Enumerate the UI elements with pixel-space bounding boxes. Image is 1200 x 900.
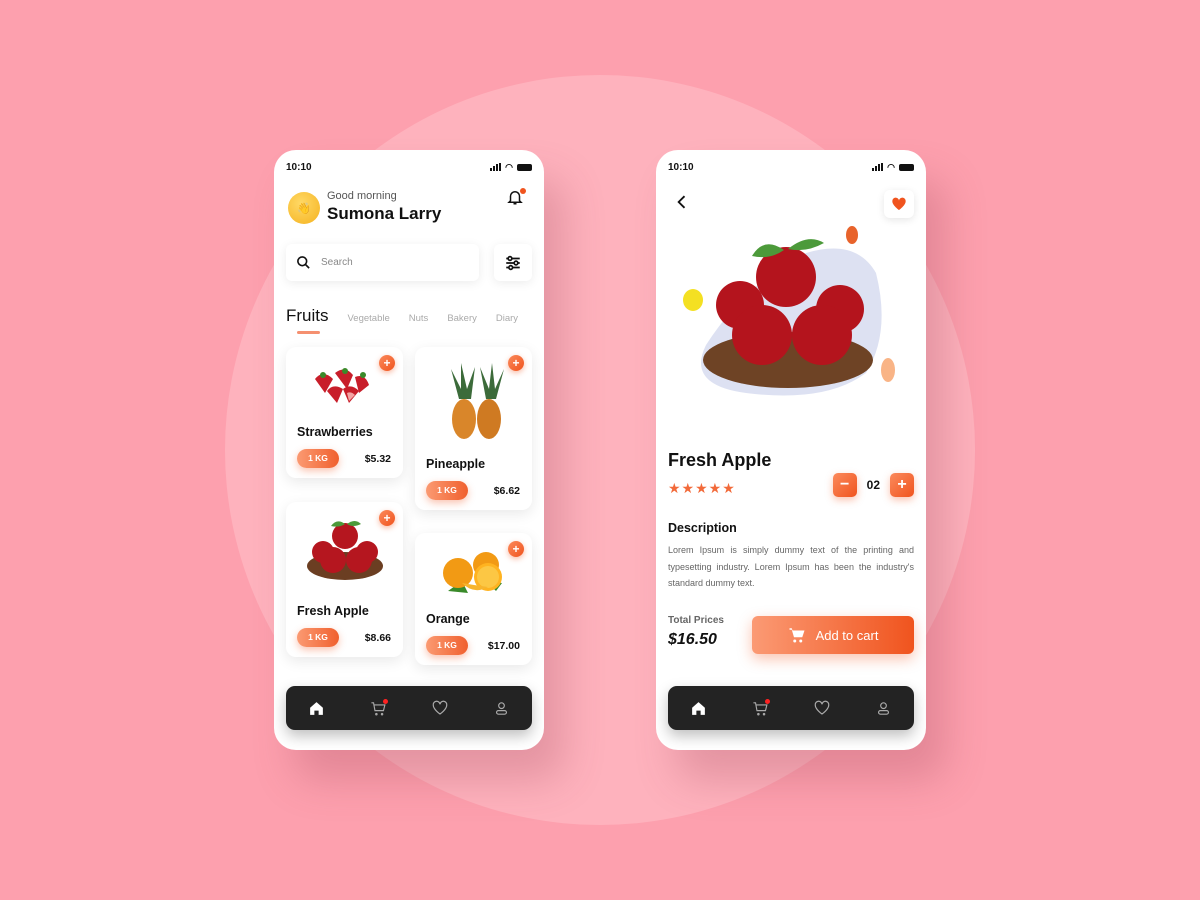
unit-badge[interactable]: 1 KG — [426, 636, 468, 655]
tab-nuts[interactable]: Nuts — [409, 313, 429, 324]
search-input[interactable]: Search — [286, 244, 479, 281]
decrease-button[interactable]: − — [832, 473, 857, 497]
product-card[interactable]: + Orange 1 KG $17.00 — [415, 533, 532, 665]
quantity-value: 02 — [866, 478, 880, 492]
home-screen: 10:10 ◠ 👋 Good morning Sumona Larry Sear… — [274, 150, 544, 750]
increase-button[interactable]: + — [890, 473, 914, 497]
product-card[interactable]: + Fresh Apple 1 KG $8.66 — [286, 502, 403, 657]
orange-image — [415, 547, 532, 597]
product-detail-screen: 10:10 ◠ Fresh Apple ★★★★★ − 02 + Descrip… — [656, 150, 926, 750]
user-name: Sumona Larry — [327, 204, 442, 223]
product-name: Pineapple — [426, 457, 486, 471]
nav-cart[interactable] — [750, 698, 771, 718]
nav-home[interactable] — [307, 698, 327, 718]
home-icon — [692, 701, 706, 715]
battery-icon — [517, 163, 532, 171]
quantity-stepper: − 02 + — [832, 473, 914, 497]
wifi-icon: ◠ — [887, 161, 895, 172]
description-title: Description — [668, 521, 737, 535]
strawberry-image — [286, 361, 403, 406]
cart-badge — [383, 699, 389, 704]
back-button[interactable] — [672, 192, 692, 212]
product-image — [676, 225, 906, 405]
nav-profile[interactable] — [873, 698, 893, 718]
product-price: $6.62 — [493, 485, 520, 497]
product-price: $5.32 — [364, 453, 391, 465]
notification-button[interactable] — [506, 188, 526, 208]
product-card[interactable]: + Pineapple 1 KG $6.62 — [415, 347, 532, 510]
rating-stars: ★★★★★ — [668, 480, 736, 496]
status-bar: 10:10 ◠ — [668, 160, 914, 174]
home-icon — [310, 701, 324, 715]
product-price: $17.00 — [487, 640, 520, 652]
product-price: $8.66 — [364, 632, 391, 644]
tab-vegetable[interactable]: Vegetable — [348, 313, 390, 324]
nav-favorites[interactable] — [812, 698, 832, 718]
wifi-icon: ◠ — [505, 161, 513, 172]
category-tabs: Fruits Vegetable Nuts Bakery Diary — [286, 306, 534, 334]
sliders-icon — [506, 255, 520, 270]
bottom-nav — [286, 686, 532, 730]
nav-home[interactable] — [689, 698, 709, 718]
signal-icon — [490, 163, 502, 171]
description-text: Lorem Ipsum is simply dummy text of the … — [668, 545, 914, 588]
add-to-cart-label: Add to cart — [815, 627, 879, 643]
pineapple-image — [415, 361, 532, 441]
apple-bowl-image — [286, 514, 403, 584]
battery-icon — [899, 163, 914, 171]
search-placeholder: Search — [321, 257, 353, 268]
heart-filled-icon — [892, 197, 906, 210]
total-label: Total Prices — [668, 615, 724, 626]
product-name: Orange — [426, 612, 470, 626]
tab-fruits[interactable]: Fruits — [286, 306, 329, 334]
user-icon — [877, 701, 889, 715]
filter-button[interactable] — [494, 244, 532, 281]
nav-favorites[interactable] — [430, 698, 450, 718]
cart-icon — [789, 628, 805, 643]
status-time: 10:10 — [668, 161, 694, 173]
chevron-left-icon — [677, 195, 686, 209]
product-name: Strawberries — [297, 425, 373, 439]
add-to-cart-button[interactable]: Add to cart — [752, 616, 914, 654]
user-icon — [495, 701, 507, 715]
status-bar: 10:10 ◠ — [286, 160, 532, 174]
bottom-nav — [668, 686, 914, 730]
nav-cart[interactable] — [368, 698, 389, 718]
heart-icon — [432, 700, 448, 715]
cart-badge — [765, 699, 771, 704]
unit-badge[interactable]: 1 KG — [426, 481, 468, 500]
product-title: Fresh Apple — [668, 450, 772, 470]
greeting: Good morning — [327, 190, 397, 202]
tab-bakery[interactable]: Bakery — [447, 313, 477, 324]
avatar[interactable]: 👋 — [288, 192, 320, 224]
product-name: Fresh Apple — [297, 604, 369, 618]
nav-profile[interactable] — [491, 698, 511, 718]
unit-badge[interactable]: 1 KG — [297, 628, 339, 647]
status-time: 10:10 — [286, 161, 312, 173]
heart-icon — [814, 700, 830, 715]
search-icon — [297, 256, 310, 269]
tab-diary[interactable]: Diary — [496, 313, 518, 324]
total-price: $16.50 — [668, 631, 717, 648]
unit-badge[interactable]: 1 KG — [297, 449, 339, 468]
signal-icon — [872, 163, 884, 171]
notification-badge — [520, 188, 526, 194]
product-card[interactable]: + Strawberries 1 KG $5.32 — [286, 347, 403, 478]
favorite-button[interactable] — [884, 190, 914, 218]
